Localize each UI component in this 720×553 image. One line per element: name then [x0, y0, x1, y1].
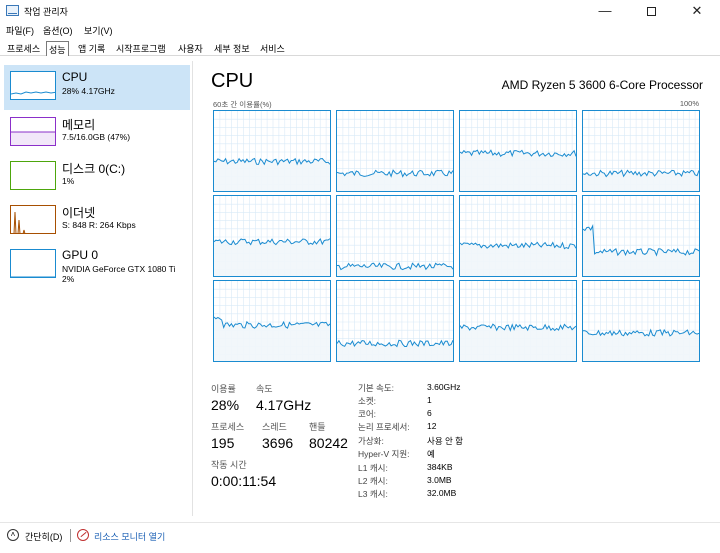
menu-bar: 파일(F) 옵션(O) 보기(V)	[0, 22, 720, 38]
footer-divider	[70, 529, 71, 542]
processes-label: 프로세스	[211, 422, 245, 432]
l1-cache-label: L1 캐시:	[358, 463, 388, 473]
hyperv-value: 예	[427, 449, 435, 459]
logical-processor-graph	[582, 195, 700, 277]
resource-sidebar: CPU 28% 4.17GHz 메모리 7.5/16.0GB (47%) 디스크…	[0, 61, 193, 516]
title-bar: 작업 관리자 — ✕	[0, 0, 720, 22]
graph-max-label: 100%	[679, 99, 699, 108]
menu-file[interactable]: 파일(F)	[6, 24, 34, 37]
l1-cache-value: 384KB	[427, 462, 453, 472]
memory-thumbnail-graph	[10, 117, 56, 146]
processor-name: AMD Ryzen 5 3600 6-Core Processor	[501, 78, 703, 92]
handles-value: 80242	[309, 435, 348, 451]
sidebar-item-cpu[interactable]: CPU 28% 4.17GHz	[4, 65, 190, 110]
logical-processor-graph	[459, 110, 577, 192]
gpu-thumbnail-graph	[10, 249, 56, 278]
l2-cache-value: 3.0MB	[427, 475, 452, 485]
speed-value: 4.17GHz	[256, 397, 312, 413]
tab-details[interactable]: 세부 정보	[212, 41, 252, 55]
tab-processes[interactable]: 프로세스	[5, 41, 42, 55]
logical-processors-label: 논리 프로세서:	[358, 422, 410, 432]
base-speed-value: 3.60GHz	[427, 382, 461, 392]
l3-cache-label: L3 캐시:	[358, 489, 388, 499]
open-resource-monitor-link[interactable]: 리소스 모니터 열기	[94, 530, 165, 543]
uptime-label: 작동 시간	[211, 460, 247, 470]
tab-startup[interactable]: 시작프로그램	[114, 41, 168, 55]
tab-app-history[interactable]: 앱 기록	[76, 41, 107, 55]
window-title: 작업 관리자	[24, 7, 68, 17]
virtualization-value: 사용 안 함	[427, 436, 464, 446]
l3-cache-value: 32.0MB	[427, 488, 457, 498]
logical-processor-graph	[336, 280, 454, 362]
menu-view[interactable]: 보기(V)	[84, 24, 113, 37]
menu-options[interactable]: 옵션(O)	[43, 24, 73, 37]
logical-processor-graph	[213, 110, 331, 192]
tab-performance[interactable]: 성능	[46, 41, 69, 56]
ethernet-thumbnail-graph	[10, 205, 56, 234]
sidebar-item-title: CPU	[62, 70, 88, 84]
logical-processor-graph	[213, 280, 331, 362]
threads-value: 3696	[262, 435, 294, 451]
sidebar-item-title: GPU 0	[62, 248, 99, 262]
sidebar-item-memory[interactable]: 메모리 7.5/16.0GB (47%)	[4, 111, 190, 156]
footer-bar: ˄ 간단히(D) 리소스 모니터 열기	[0, 522, 720, 548]
sidebar-item-detail: NVIDIA GeForce GTX 1080 Ti	[62, 264, 176, 274]
cores-label: 코어:	[358, 409, 377, 419]
logical-processor-graph	[213, 195, 331, 277]
l2-cache-label: L2 캐시:	[358, 476, 388, 486]
task-manager-icon	[6, 5, 19, 16]
handles-label: 핸들	[309, 422, 326, 432]
sidebar-item-detail: 1%	[62, 176, 75, 186]
uptime-value: 0:00:11:54	[211, 473, 277, 489]
sidebar-item-title: 이더넷	[62, 206, 96, 220]
processes-value: 195	[211, 435, 235, 451]
tab-users[interactable]: 사용자	[176, 41, 205, 55]
maximize-icon	[646, 7, 656, 17]
logical-processors-value: 12	[427, 421, 437, 431]
resource-monitor-icon[interactable]	[77, 529, 89, 541]
tab-services[interactable]: 서비스	[258, 41, 287, 55]
sockets-value: 1	[427, 395, 432, 405]
cores-value: 6	[427, 408, 432, 418]
sidebar-item-detail: 28% 4.17GHz	[62, 86, 115, 96]
sidebar-item-detail: 2%	[62, 274, 75, 284]
fewer-details-link[interactable]: 간단히(D)	[25, 530, 62, 543]
speed-label: 속도	[256, 384, 273, 394]
utilization-value: 28%	[211, 397, 240, 413]
logical-processor-graph	[582, 110, 700, 192]
cpu-thumbnail-graph	[10, 71, 56, 100]
maximize-button[interactable]	[628, 0, 674, 22]
close-button[interactable]: ✕	[674, 0, 720, 22]
page-title: CPU	[211, 70, 254, 92]
sockets-label: 소켓:	[358, 396, 377, 406]
logical-processor-graph	[459, 280, 577, 362]
sidebar-item-ethernet[interactable]: 이더넷 S: 848 R: 264 Kbps	[4, 199, 190, 244]
sidebar-item-title: 메모리	[62, 118, 96, 132]
tab-bar: 프로세스 성능 앱 기록 시작프로그램 사용자 세부 정보 서비스	[0, 39, 720, 56]
sidebar-item-gpu[interactable]: GPU 0 NVIDIA GeForce GTX 1080 Ti 2%	[4, 243, 190, 288]
chevron-up-icon[interactable]: ˄	[7, 529, 19, 541]
base-speed-label: 기본 속도:	[358, 383, 395, 393]
utilization-label: 이용률	[211, 384, 236, 394]
minimize-button[interactable]: —	[582, 0, 628, 22]
sidebar-item-detail: S: 848 R: 264 Kbps	[62, 220, 136, 230]
hyperv-label: Hyper-V 지원:	[358, 449, 410, 459]
disk-thumbnail-graph	[10, 161, 56, 190]
threads-label: 스레드	[262, 422, 287, 432]
logical-processor-graph	[336, 195, 454, 277]
sidebar-item-title: 디스크 0(C:)	[62, 162, 126, 176]
sidebar-item-disk[interactable]: 디스크 0(C:) 1%	[4, 155, 190, 200]
logical-processor-graph	[459, 195, 577, 277]
logical-processor-graph	[582, 280, 700, 362]
logical-processor-graph	[336, 110, 454, 192]
sidebar-item-detail: 7.5/16.0GB (47%)	[62, 132, 131, 142]
logical-processor-graphs	[213, 110, 700, 364]
graph-axis-label: 60초 간 이용률(%)	[213, 100, 272, 109]
virtualization-label: 가상화:	[358, 436, 384, 446]
cpu-detail-panel: CPU AMD Ryzen 5 3600 6-Core Processor 60…	[206, 64, 711, 514]
